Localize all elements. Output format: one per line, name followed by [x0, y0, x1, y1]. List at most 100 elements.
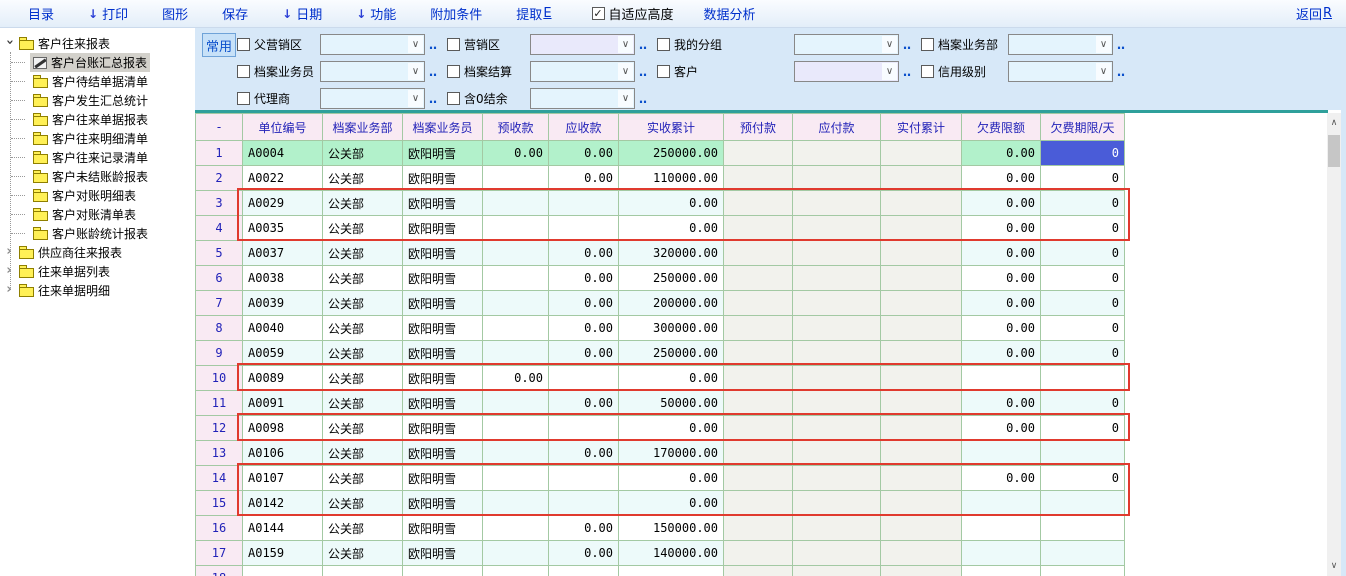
- filter-checkbox[interactable]: [657, 38, 670, 51]
- cell[interactable]: A0159: [243, 541, 323, 566]
- cell[interactable]: [724, 341, 793, 366]
- cell[interactable]: 公关部: [323, 166, 403, 191]
- cell[interactable]: 0: [1041, 266, 1125, 291]
- toolbar-button-7[interactable]: 提取E: [516, 4, 551, 23]
- cell[interactable]: [793, 391, 881, 416]
- tree-item-1[interactable]: 客户台账汇总报表: [0, 53, 195, 72]
- cell[interactable]: 0.00: [549, 141, 619, 166]
- tree-item-5[interactable]: 客户往来明细清单: [0, 129, 195, 148]
- cell[interactable]: 200000.00: [619, 291, 724, 316]
- toolbar-button-3[interactable]: 保存: [222, 4, 248, 23]
- cell[interactable]: [881, 466, 962, 491]
- cell[interactable]: 欧阳明雪: [403, 466, 483, 491]
- filter-dropdown[interactable]: ∨: [530, 88, 635, 109]
- cell[interactable]: [483, 566, 549, 576]
- cell[interactable]: 0.00: [549, 391, 619, 416]
- row-number-cell[interactable]: 7: [196, 291, 243, 316]
- cell[interactable]: [1041, 491, 1125, 516]
- cell[interactable]: A0004: [243, 141, 323, 166]
- column-header-11[interactable]: 欠费期限/天: [1041, 114, 1125, 141]
- more-button[interactable]: ‥: [639, 38, 657, 52]
- filter-checkbox[interactable]: [237, 92, 250, 105]
- cell[interactable]: 0.00: [962, 141, 1041, 166]
- cell[interactable]: [483, 341, 549, 366]
- filter-dropdown[interactable]: ∨: [320, 88, 425, 109]
- cell[interactable]: 0.00: [619, 366, 724, 391]
- cell[interactable]: [1041, 441, 1125, 466]
- cell[interactable]: [962, 516, 1041, 541]
- cell[interactable]: [483, 541, 549, 566]
- cell[interactable]: 公关部: [323, 541, 403, 566]
- vertical-scrollbar[interactable]: ∧ ∨: [1327, 113, 1341, 576]
- cell[interactable]: [549, 216, 619, 241]
- toolbar-button-1[interactable]: ↓打印: [88, 4, 128, 23]
- cell[interactable]: 公关部: [323, 516, 403, 541]
- row-number-cell[interactable]: 12: [196, 416, 243, 441]
- column-header-6[interactable]: 实收累计: [619, 114, 724, 141]
- cell[interactable]: [881, 391, 962, 416]
- filter-checkbox[interactable]: [237, 38, 250, 51]
- row-number-cell[interactable]: 1: [196, 141, 243, 166]
- cell[interactable]: 0.00: [619, 416, 724, 441]
- cell[interactable]: 150000.00: [619, 516, 724, 541]
- row-number-cell[interactable]: 2: [196, 166, 243, 191]
- cell[interactable]: 0.00: [962, 241, 1041, 266]
- tree-item-6[interactable]: 客户往来记录清单: [0, 148, 195, 167]
- row-number-cell[interactable]: 8: [196, 316, 243, 341]
- cell[interactable]: 欧阳明雪: [403, 541, 483, 566]
- cell[interactable]: [724, 441, 793, 466]
- cell[interactable]: 0.00: [962, 191, 1041, 216]
- cell[interactable]: [483, 466, 549, 491]
- cell[interactable]: [881, 416, 962, 441]
- cell[interactable]: 0.00: [619, 191, 724, 216]
- filter-dropdown[interactable]: ∨: [794, 61, 899, 82]
- cell[interactable]: 0.00: [619, 216, 724, 241]
- cell[interactable]: A0038: [243, 266, 323, 291]
- cell[interactable]: 0: [1041, 216, 1125, 241]
- cell[interactable]: A0107: [243, 466, 323, 491]
- cell[interactable]: 0.00: [619, 491, 724, 516]
- cell[interactable]: 0.00: [549, 441, 619, 466]
- cell[interactable]: [724, 291, 793, 316]
- filter-dropdown[interactable]: ∨: [320, 34, 425, 55]
- toolbar-button-6[interactable]: 附加条件: [430, 4, 482, 23]
- cell[interactable]: 欧阳明雪: [403, 366, 483, 391]
- cell[interactable]: [793, 266, 881, 291]
- row-number-cell[interactable]: 3: [196, 191, 243, 216]
- cell[interactable]: 欧阳明雪: [403, 416, 483, 441]
- cell[interactable]: A0059: [243, 341, 323, 366]
- cell[interactable]: 公关部: [323, 466, 403, 491]
- cell[interactable]: [724, 241, 793, 266]
- filter-dropdown[interactable]: ∨: [1008, 34, 1113, 55]
- cell[interactable]: [483, 241, 549, 266]
- cell[interactable]: 欧阳明雪: [403, 216, 483, 241]
- cell[interactable]: A0029: [243, 191, 323, 216]
- filter-checkbox[interactable]: [237, 65, 250, 78]
- cell[interactable]: [881, 341, 962, 366]
- cell[interactable]: 0: [1041, 191, 1125, 216]
- cell[interactable]: [483, 266, 549, 291]
- cell[interactable]: 公关部: [323, 316, 403, 341]
- cell[interactable]: A0098: [243, 416, 323, 441]
- cell[interactable]: A0040: [243, 316, 323, 341]
- cell[interactable]: 0: [1041, 291, 1125, 316]
- cell[interactable]: [962, 541, 1041, 566]
- cell[interactable]: 0.00: [549, 341, 619, 366]
- cell[interactable]: [881, 216, 962, 241]
- cell[interactable]: 欧阳明雪: [403, 241, 483, 266]
- cell[interactable]: 0.00: [962, 291, 1041, 316]
- tree-item-10[interactable]: 客户账龄统计报表: [0, 224, 195, 243]
- tree-item-11[interactable]: ›供应商往来报表: [0, 243, 195, 262]
- cell[interactable]: [881, 441, 962, 466]
- cell[interactable]: [483, 191, 549, 216]
- cell[interactable]: 欧阳明雪: [403, 516, 483, 541]
- cell[interactable]: [724, 141, 793, 166]
- cell[interactable]: [881, 166, 962, 191]
- more-button[interactable]: ‥: [429, 65, 447, 79]
- cell[interactable]: 公关部: [323, 266, 403, 291]
- cell[interactable]: [962, 441, 1041, 466]
- cell[interactable]: [793, 441, 881, 466]
- cell[interactable]: 公关部: [323, 191, 403, 216]
- cell[interactable]: 250000.00: [619, 141, 724, 166]
- cell[interactable]: 0.00: [962, 266, 1041, 291]
